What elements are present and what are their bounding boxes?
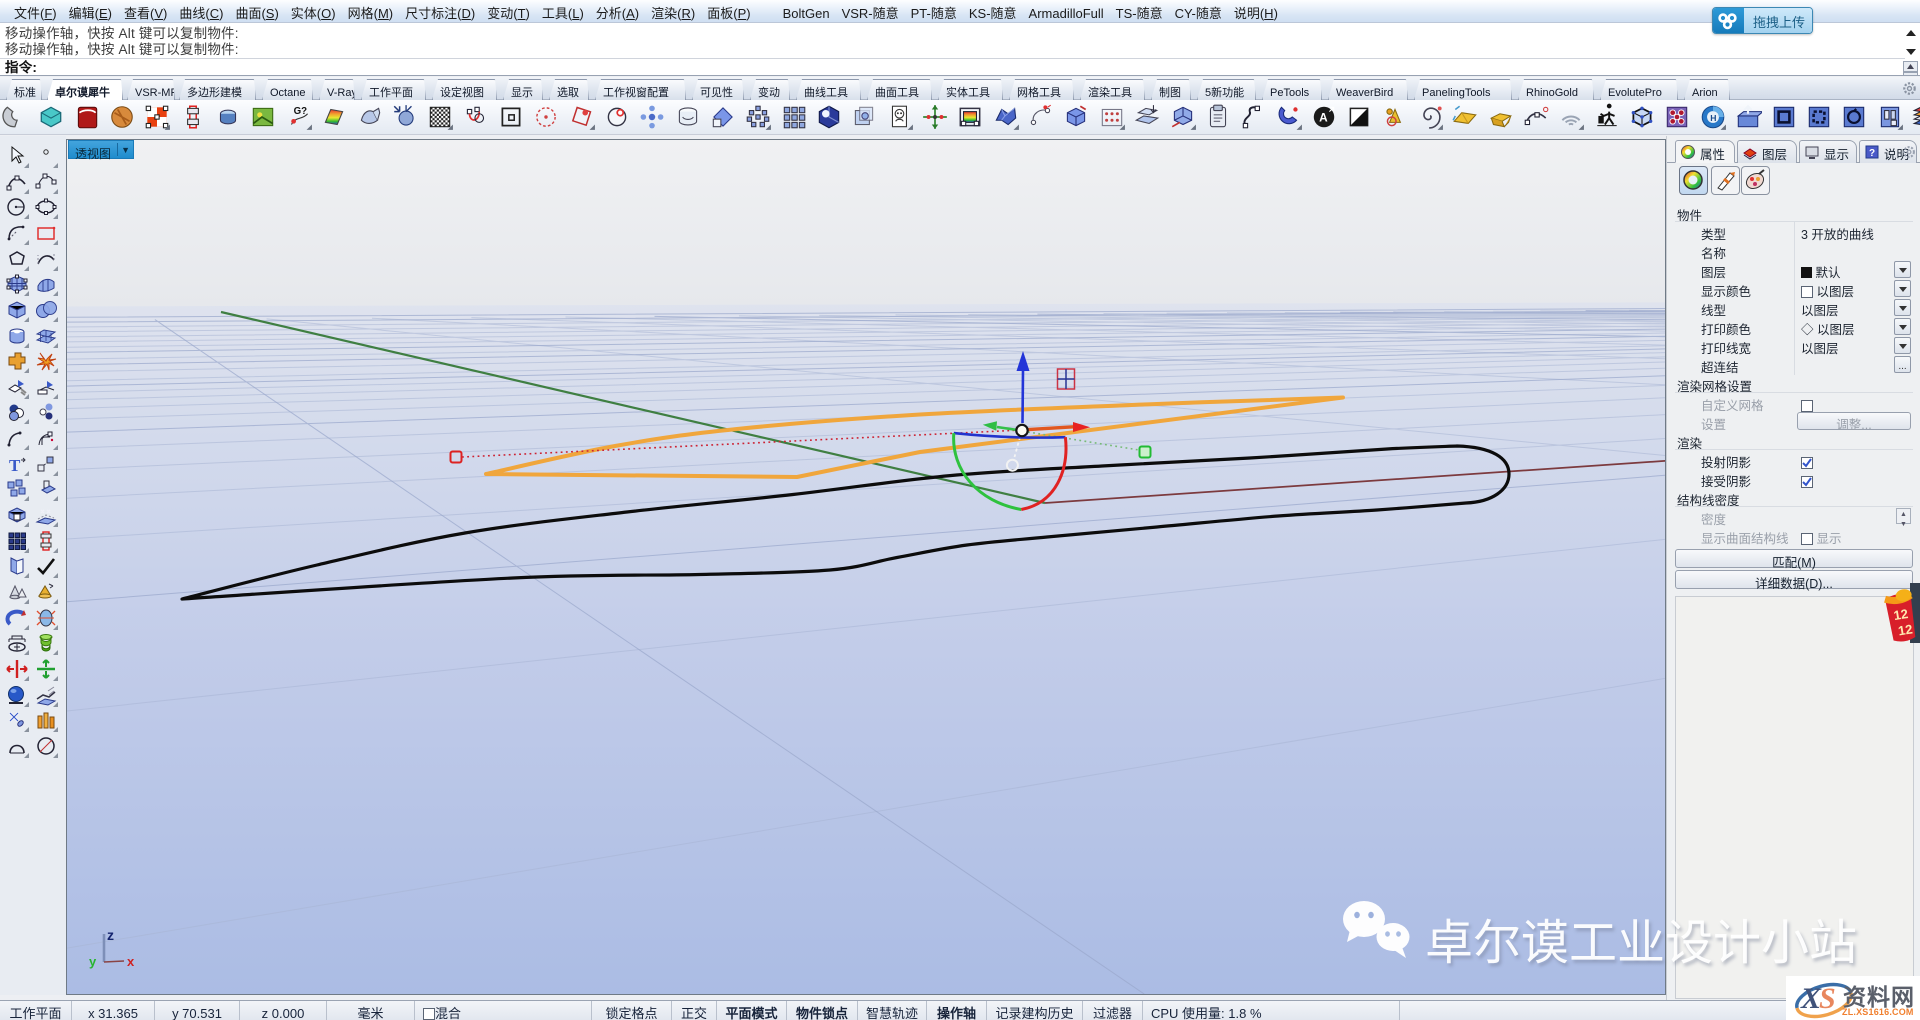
svg-text:G?: G? — [294, 103, 308, 117]
svg-text:A: A — [1319, 108, 1328, 125]
svg-text:y: y — [89, 951, 97, 970]
svg-text:x: x — [127, 951, 135, 970]
svg-text:?: ? — [1869, 144, 1875, 159]
svg-text:S: S — [1819, 982, 1836, 1015]
svg-text:12: 12 — [1897, 618, 1914, 639]
svg-text:H: H — [1710, 112, 1716, 124]
svg-text:T: T — [9, 456, 21, 475]
svg-text:z: z — [107, 925, 114, 945]
